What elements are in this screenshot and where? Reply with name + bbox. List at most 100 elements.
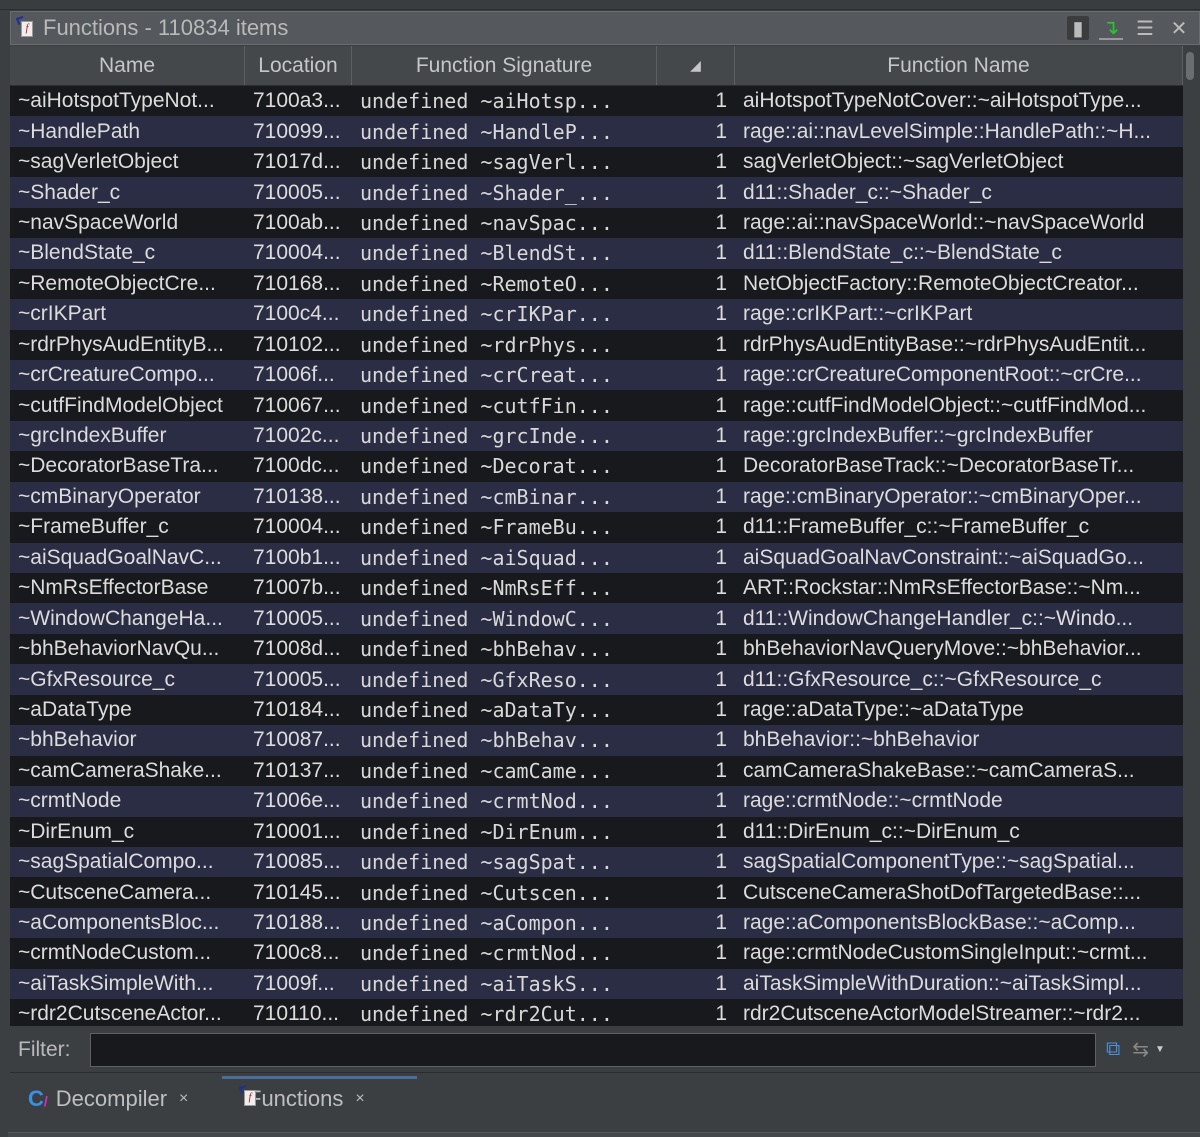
cell-count: 1 <box>715 302 727 326</box>
table-row[interactable]: ~rdrPhysAudEntityB... 710102... undefined … <box>10 329 1183 360</box>
table-row[interactable]: ~crmtNodeCustom... 7100c8... undefined ~cr… <box>10 938 1183 969</box>
table-row[interactable]: ~Shader_c 710005... undefined ~Shader_... 1… <box>10 177 1183 208</box>
window-titlebar: f Functions - 110834 items ▮ ↴ ☰ ✕ <box>10 11 1200 45</box>
cell-name: ~bhBehavior <box>18 728 137 752</box>
table-body: ~aiHotspotTypeNot... 7100a3... undefined ~… <box>10 86 1183 1026</box>
table-row[interactable]: ~cutfFindModelObject 710067... undefined ~… <box>10 390 1183 421</box>
table-row[interactable]: ~crIKPart 7100c4... undefined ~crIKPar... 1… <box>10 299 1183 330</box>
active-tab-indicator <box>222 1076 417 1079</box>
table-row[interactable]: ~bhBehavior 710087... undefined ~bhBehav..… <box>10 725 1183 756</box>
cell-count: 1 <box>715 1002 727 1026</box>
table-row[interactable]: ~DecoratorBaseTra... 7100dc... undefined ~… <box>10 451 1183 482</box>
column-header-sort-count[interactable]: ◢ <box>657 46 735 85</box>
cell-signature: undefined ~grcInde... <box>360 424 613 449</box>
cell-location: 71008d... <box>253 637 341 661</box>
close-tab-icon[interactable]: × <box>179 1090 188 1108</box>
cell-location: 710004... <box>253 241 341 265</box>
table-row[interactable]: ~sagVerletObject 71017d... undefined ~sagV… <box>10 146 1183 178</box>
vertical-scrollbar[interactable] <box>1183 46 1197 1026</box>
cell-location: 710005... <box>253 606 341 630</box>
cell-function-name: d11::Shader_c::~Shader_c <box>743 180 992 204</box>
table-row[interactable]: ~CutsceneCamera... 710145... undefined ~Cu… <box>10 877 1183 908</box>
cell-signature: undefined ~bhBehav... <box>360 637 613 662</box>
table-row[interactable]: ~FrameBuffer_c 710004... undefined ~FrameB… <box>10 512 1183 543</box>
column-header-name[interactable]: Name <box>10 46 245 85</box>
cell-location: 7100b1... <box>253 545 341 569</box>
cell-count: 1 <box>715 941 727 965</box>
table-row[interactable]: ~crmtNode 71006e... undefined ~crmtNod... 1… <box>10 786 1183 817</box>
cell-location: 710137... <box>253 758 341 782</box>
tab-bar: C/ Decompiler × f Functions × <box>0 1074 1200 1137</box>
cell-signature: undefined ~Decorat... <box>360 454 613 479</box>
close-tab-icon[interactable]: × <box>355 1090 364 1108</box>
cell-count: 1 <box>715 241 727 265</box>
table-row[interactable]: ~bhBehaviorNavQu... 71008d... undefined ~b… <box>10 633 1183 665</box>
cell-name: ~camCameraShake... <box>18 758 222 782</box>
cell-count: 1 <box>715 363 727 387</box>
tab-functions[interactable]: f Functions × <box>239 1085 365 1112</box>
table-row[interactable]: ~RemoteObjectCre... 710168... undefined ~R… <box>10 268 1183 300</box>
table-row[interactable]: ~WindowChangeHa... 710005... undefined ~Wi… <box>10 603 1183 634</box>
scrollbar-thumb[interactable] <box>1186 52 1194 80</box>
table-row[interactable]: ~aiTaskSimpleWith... 71009f... undefined ~… <box>10 968 1183 1000</box>
cell-count: 1 <box>715 89 727 113</box>
table-row[interactable]: ~HandlePath 710099... undefined ~HandleP..… <box>10 116 1183 147</box>
cell-count: 1 <box>715 667 727 691</box>
close-icon[interactable]: ✕ <box>1167 16 1191 40</box>
table-row[interactable]: ~rdr2CutsceneActor... 710110... undefined … <box>10 999 1183 1026</box>
cell-function-name: CutsceneCameraShotDofTargetedBase::... <box>743 880 1142 904</box>
cell-count: 1 <box>715 545 727 569</box>
cell-function-name: sagVerletObject::~sagVerletObject <box>743 150 1064 174</box>
table-row[interactable]: ~camCameraShake... 710137... undefined ~ca… <box>10 755 1183 787</box>
column-header-location[interactable]: Location <box>245 46 352 85</box>
cell-signature: undefined ~Shader_... <box>360 180 613 205</box>
table-row[interactable]: ~BlendState_c 710004... undefined ~BlendSt… <box>10 238 1183 269</box>
cell-function-name: d11::BlendState_c::~BlendState_c <box>743 241 1062 265</box>
column-header-signature[interactable]: Function Signature <box>352 46 657 85</box>
tab-label: Functions <box>248 1086 344 1111</box>
cell-location: 710102... <box>253 332 341 356</box>
table-row[interactable]: ~cmBinaryOperator 710138... undefined ~cmB… <box>10 481 1183 513</box>
table-row[interactable]: ~GfxResource_c 710005... undefined ~GfxRes… <box>10 664 1183 695</box>
cell-name: ~aComponentsBloc... <box>18 911 220 935</box>
table-row[interactable]: ~NmRsEffectorBase 71007b... undefined ~NmR… <box>10 573 1183 604</box>
table-row[interactable]: ~navSpaceWorld 7100ab... undefined ~navSpa… <box>10 207 1183 239</box>
cell-name: ~aiHotspotTypeNot... <box>18 89 215 113</box>
cell-function-name: aiTaskSimpleWithDuration::~aiTaskSimpl..… <box>743 971 1142 995</box>
chevron-down-icon[interactable]: ▼ <box>1155 1044 1165 1055</box>
cell-count: 1 <box>715 850 727 874</box>
column-header-function-name[interactable]: Function Name <box>735 46 1183 85</box>
column-filter-icon[interactable]: ⇆ <box>1132 1037 1149 1062</box>
filter-input[interactable] <box>90 1032 1096 1067</box>
table-row[interactable]: ~aDataType 710184... undefined ~aDataTy...… <box>10 694 1183 726</box>
filter-bar: Filter: ⧉ ⇆ ▼ <box>10 1027 1200 1073</box>
cell-name: ~crmtNode <box>18 789 122 813</box>
tab-decompiler[interactable]: C/ Decompiler × <box>28 1086 188 1112</box>
cell-location: 71002c... <box>253 424 340 448</box>
cell-location: 7100c8... <box>253 941 340 965</box>
cell-signature: undefined ~NmRsEff... <box>360 576 613 601</box>
bottom-divider <box>8 1132 1200 1137</box>
cell-location: 7100ab... <box>253 210 341 234</box>
functions-table[interactable]: Name Location Function Signature ◢ Funct… <box>10 46 1183 1026</box>
table-row[interactable]: ~DirEnum_c 710001... undefined ~DirEnum...… <box>10 816 1183 847</box>
cell-signature: undefined ~HandleP... <box>360 119 613 144</box>
cell-function-name: rage::cmBinaryOperator::~cmBinaryOper... <box>743 484 1142 508</box>
cell-signature: undefined ~FrameBu... <box>360 515 613 540</box>
table-row[interactable]: ~aComponentsBloc... 710188... undefined ~a… <box>10 907 1183 939</box>
cell-function-name: rage::ai::navLevelSimple::HandlePath::~H… <box>743 119 1151 143</box>
table-row[interactable]: ~aiSquadGoalNavC... 7100b1... undefined ~a… <box>10 542 1183 573</box>
filter-options-icon[interactable]: ⧉ <box>1106 1038 1120 1061</box>
cell-location: 710004... <box>253 515 341 539</box>
cell-location: 710168... <box>253 271 341 295</box>
navigate-on-select-icon[interactable]: ↴ <box>1099 16 1123 40</box>
table-row[interactable]: ~aiHotspotTypeNot... 7100a3... undefined ~… <box>10 86 1183 117</box>
cell-location: 710005... <box>253 667 341 691</box>
snapshot-icon[interactable]: ▮ <box>1067 16 1089 40</box>
menu-icon[interactable]: ☰ <box>1133 16 1157 40</box>
table-row[interactable]: ~grcIndexBuffer 71002c... undefined ~grcIn… <box>10 420 1183 452</box>
table-row[interactable]: ~crCreatureCompo... 71006f... undefined ~c… <box>10 359 1183 391</box>
cell-count: 1 <box>715 454 727 478</box>
cell-function-name: bhBehaviorNavQueryMove::~bhBehavior... <box>743 637 1142 661</box>
table-row[interactable]: ~sagSpatialCompo... 710085... undefined ~s… <box>10 846 1183 878</box>
